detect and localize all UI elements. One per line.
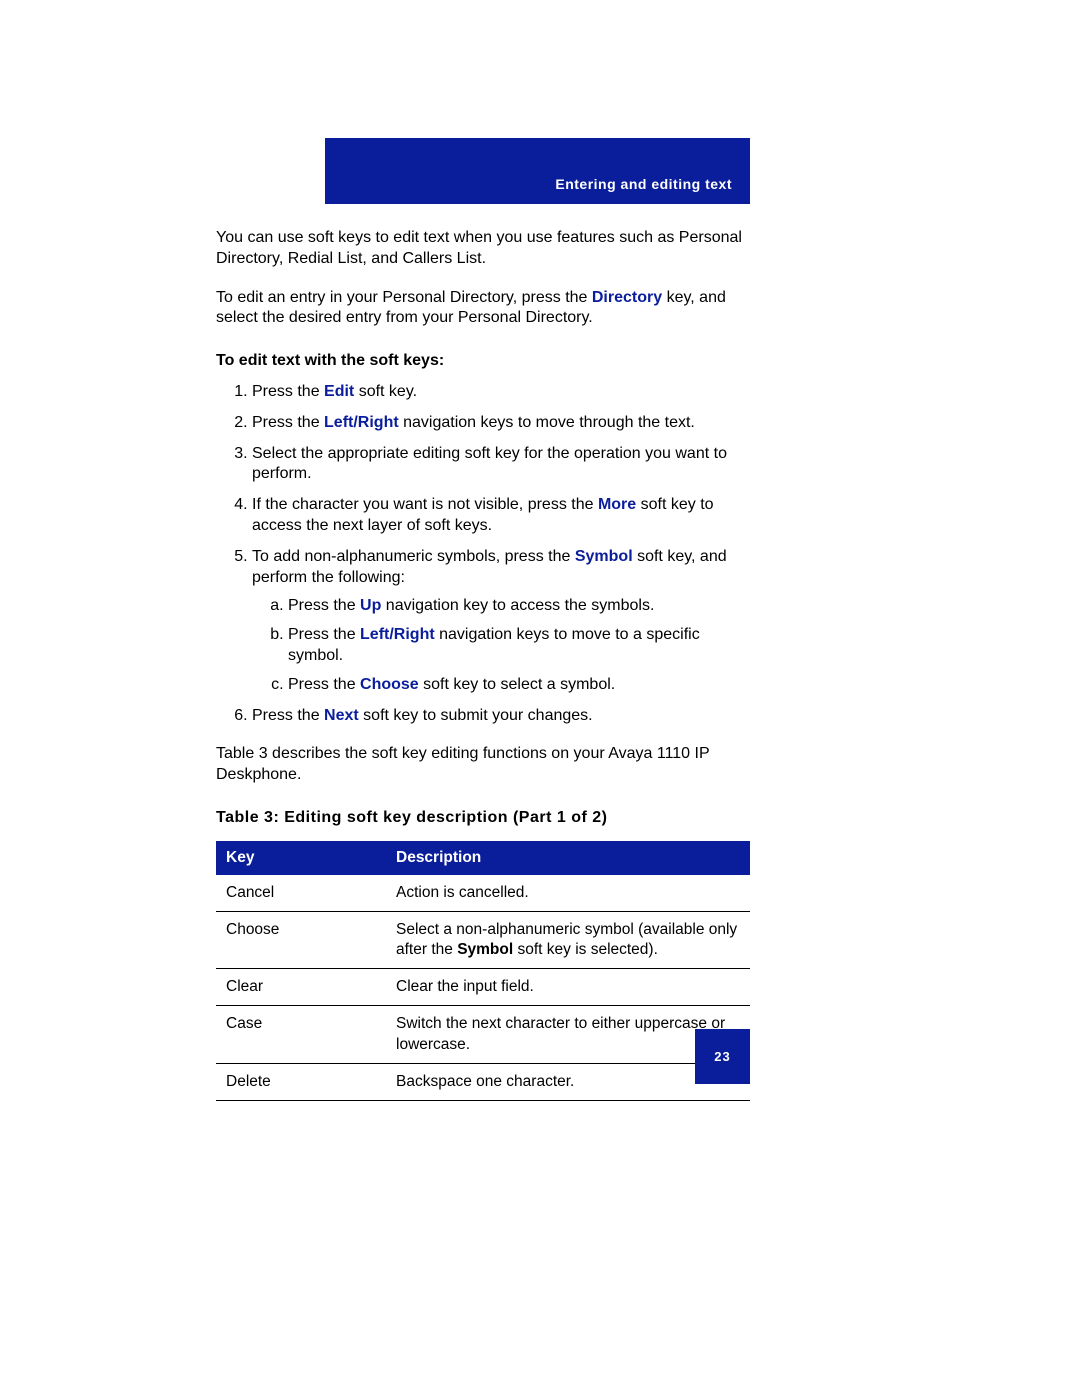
page: Entering and editing text You can use so… bbox=[0, 0, 1080, 1397]
directory-key: Directory bbox=[592, 289, 662, 306]
col-description: Description bbox=[386, 841, 750, 875]
left-right-key: Left/Right bbox=[324, 414, 399, 431]
step-5: To add non-alphanumeric symbols, press t… bbox=[252, 547, 750, 696]
step-6: Press the Next soft key to submit your c… bbox=[252, 706, 750, 727]
content-area: You can use soft keys to edit text when … bbox=[216, 228, 750, 1101]
left-right-key-2: Left/Right bbox=[360, 626, 435, 643]
table-row: Case Switch the next character to either… bbox=[216, 1006, 750, 1063]
col-key: Key bbox=[216, 841, 386, 875]
table-header-row: Key Description bbox=[216, 841, 750, 875]
steps-list: Press the Edit soft key. Press the Left/… bbox=[216, 382, 750, 726]
next-key: Next bbox=[324, 707, 359, 724]
intro-paragraph-1: You can use soft keys to edit text when … bbox=[216, 228, 750, 270]
section-header-band: Entering and editing text bbox=[325, 138, 750, 204]
page-number: 23 bbox=[714, 1049, 730, 1064]
substep-a: Press the Up navigation key to access th… bbox=[288, 596, 750, 617]
intro-paragraph-2: To edit an entry in your Personal Direct… bbox=[216, 288, 750, 330]
steps-heading: To edit text with the soft keys: bbox=[216, 351, 750, 372]
substep-b: Press the Left/Right navigation keys to … bbox=[288, 625, 750, 667]
up-key: Up bbox=[360, 597, 381, 614]
step-4: If the character you want is not visible… bbox=[252, 495, 750, 537]
table-intro-paragraph: Table 3 describes the soft key editing f… bbox=[216, 744, 750, 786]
table-caption: Table 3: Editing soft key description (P… bbox=[216, 808, 750, 829]
choose-key: Choose bbox=[360, 676, 419, 693]
substep-c: Press the Choose soft key to select a sy… bbox=[288, 675, 750, 696]
page-number-box: 23 bbox=[695, 1029, 750, 1084]
table-row: Cancel Action is cancelled. bbox=[216, 875, 750, 912]
step-3: Select the appropriate editing soft key … bbox=[252, 444, 750, 486]
edit-key: Edit bbox=[324, 383, 354, 400]
step-1: Press the Edit soft key. bbox=[252, 382, 750, 403]
symbol-key: Symbol bbox=[575, 548, 633, 565]
substeps-list: Press the Up navigation key to access th… bbox=[252, 596, 750, 695]
softkey-table: Key Description Cancel Action is cancell… bbox=[216, 841, 750, 1101]
table-row: Choose Select a non-alphanumeric symbol … bbox=[216, 912, 750, 969]
table-row: Clear Clear the input field. bbox=[216, 969, 750, 1006]
more-key: More bbox=[598, 496, 636, 513]
step-2: Press the Left/Right navigation keys to … bbox=[252, 413, 750, 434]
section-title: Entering and editing text bbox=[555, 176, 732, 192]
table-row: Delete Backspace one character. bbox=[216, 1063, 750, 1100]
